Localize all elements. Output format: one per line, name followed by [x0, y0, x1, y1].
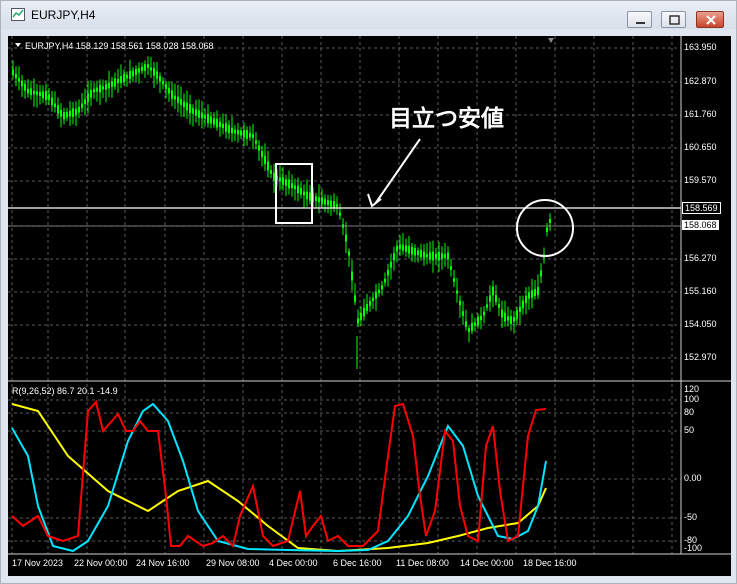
- price-axis-label: 156.270: [684, 253, 717, 263]
- price-axis-label: 152.970: [684, 352, 717, 362]
- chart-header: EURJPY,H4 158.129 158.561 158.028 158.06…: [25, 41, 214, 51]
- maximize-button[interactable]: [661, 11, 686, 28]
- close-button[interactable]: [696, 11, 724, 28]
- indicator-axis-label: -100: [684, 543, 703, 553]
- price-axis-label: 162.870: [684, 76, 717, 86]
- price-axis-label: 155.160: [684, 286, 717, 296]
- maximize-icon: [669, 15, 680, 25]
- indicator-axis-label: 120: [684, 384, 700, 394]
- time-axis-label: 22 Nov 00:00: [74, 558, 128, 568]
- level-price-tag: 158.569: [682, 202, 721, 214]
- time-axis-label: 29 Nov 08:00: [206, 558, 260, 568]
- annotation-arrow[interactable]: [374, 138, 421, 205]
- title-bar[interactable]: EURJPY,H4: [1, 1, 736, 29]
- indicator-axis-label: 100: [684, 394, 700, 404]
- time-axis-label: 6 Dec 16:00: [333, 558, 382, 568]
- window-title: EURJPY,H4: [31, 8, 96, 22]
- time-axis-label: 11 Dec 08:00: [396, 558, 449, 568]
- arrow-head-icon: [367, 193, 382, 208]
- price-axis-label: 154.050: [684, 319, 717, 329]
- symbol-menu-icon[interactable]: [15, 43, 21, 47]
- chart-shift-marker-icon[interactable]: [548, 38, 554, 43]
- chart-canvas[interactable]: [8, 36, 731, 576]
- indicator-axis-label: -50: [684, 512, 698, 522]
- chart-annotation-text[interactable]: 目立つ安値: [389, 99, 504, 133]
- current-price-tag: 158.068: [682, 220, 719, 230]
- price-axis-label: 160.650: [684, 142, 717, 152]
- chart-window-icon: [11, 8, 25, 21]
- indicator-lines: [11, 399, 547, 553]
- close-icon: [706, 15, 716, 25]
- grid-lines: [8, 36, 681, 555]
- time-axis-label: 24 Nov 16:00: [136, 558, 190, 568]
- indicator-axis-label: 0.00: [684, 473, 702, 483]
- time-axis-label: 18 Dec 16:00: [523, 558, 577, 568]
- indicator-header: R(9,26,52) 86.7 20.1 -14.9: [12, 386, 118, 396]
- time-axis-label: 14 Dec 00:00: [460, 558, 514, 568]
- minimize-icon: [636, 22, 645, 24]
- minimize-button[interactable]: [627, 11, 652, 28]
- chart-area[interactable]: EURJPY,H4 158.129 158.561 158.028 158.06…: [8, 36, 731, 576]
- indicator-axis-label: 80: [684, 407, 695, 417]
- chart-window: EURJPY,H4 EURJPY,H4 158.129 158.561 158.…: [0, 0, 737, 584]
- price-axis-label: 161.760: [684, 109, 717, 119]
- indicator-axis-label: 50: [684, 425, 695, 435]
- price-axis-label: 159.570: [684, 175, 717, 185]
- time-axis-label: 17 Nov 2023: [12, 558, 64, 568]
- price-axis-label: 163.950: [684, 42, 717, 52]
- time-axis-label: 4 Dec 00:00: [269, 558, 318, 568]
